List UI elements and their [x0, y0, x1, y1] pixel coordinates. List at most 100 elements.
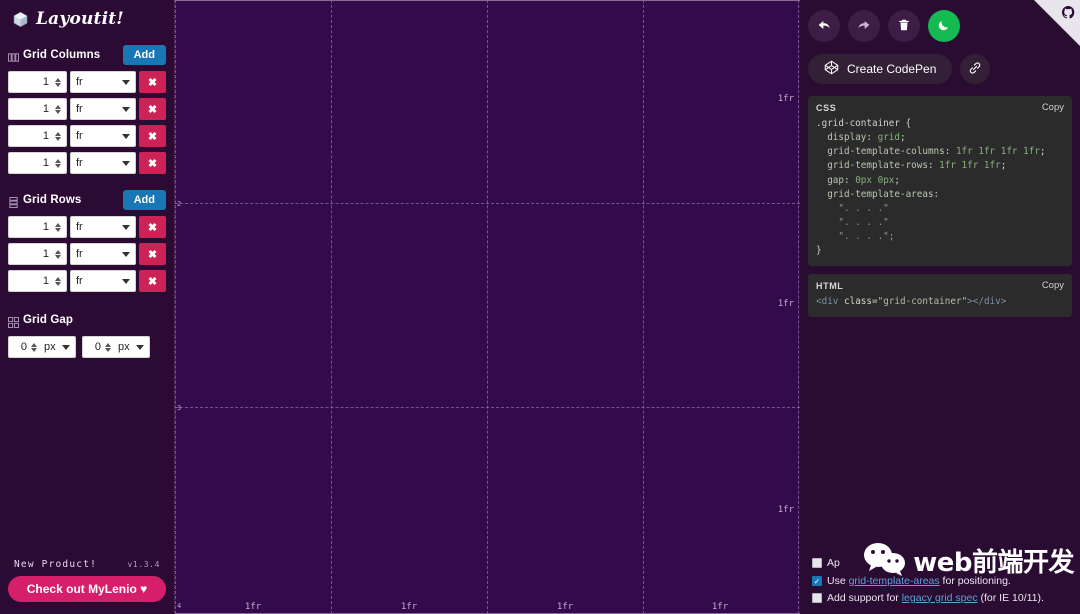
column-gap-input[interactable]: 0 px: [82, 336, 150, 358]
row-size-input[interactable]: 1: [8, 216, 67, 238]
grid-columns-header: Grid Columns Add: [8, 45, 166, 65]
grid-column-line[interactable]: [175, 0, 176, 614]
html-lang-label: HTML: [816, 281, 843, 291]
delete-row-button[interactable]: ✖: [139, 216, 166, 238]
add-column-button[interactable]: Add: [123, 45, 166, 65]
column-unit-select[interactable]: fr: [70, 125, 136, 147]
css-close-brace: }: [816, 245, 822, 256]
option-row[interactable]: Add support for legacy grid spec (for IE…: [812, 591, 1070, 605]
chevron-down-icon: [122, 80, 130, 85]
grid-column-line[interactable]: [331, 0, 332, 614]
column-size-input[interactable]: 1: [8, 152, 67, 174]
grid-column-line[interactable]: [487, 0, 488, 614]
checkbox-unchecked[interactable]: [812, 558, 822, 568]
delete-column-button[interactable]: ✖: [139, 71, 166, 93]
grid-row-line[interactable]: [175, 407, 800, 408]
delete-row-button[interactable]: ✖: [139, 270, 166, 292]
app-title: Layoutit!: [36, 9, 124, 29]
column-size-label: 1fr: [245, 602, 261, 612]
row-unit-select[interactable]: fr: [70, 270, 136, 292]
option-row[interactable]: ✓ Use grid-template-areas for positionin…: [812, 574, 1070, 588]
option-prefix: Use: [827, 575, 849, 587]
column-unit-select[interactable]: fr: [70, 98, 136, 120]
stepper-icon[interactable]: [53, 159, 66, 168]
row-gap-input[interactable]: 0 px: [8, 336, 76, 358]
row-size-label: 1fr: [778, 505, 794, 515]
trash-icon: [897, 18, 911, 35]
redo-button[interactable]: [848, 10, 880, 42]
stepper-icon[interactable]: [53, 223, 66, 232]
grid-canvas[interactable]: 2 3 4 1fr 1fr 1fr 1fr 1fr 1fr 1fr: [175, 0, 800, 614]
stepper-icon[interactable]: [53, 277, 66, 286]
stepper-icon[interactable]: [53, 105, 66, 114]
row-size-input[interactable]: 1: [8, 243, 67, 265]
column-track-row: 1 fr ✖: [8, 152, 166, 174]
theme-toggle-button[interactable]: [928, 10, 960, 42]
css-area-row: ". . . .";: [838, 231, 894, 242]
option-row[interactable]: Ap: [812, 556, 1070, 570]
row-unit-select[interactable]: fr: [70, 243, 136, 265]
github-corner-ribbon[interactable]: [1034, 0, 1080, 46]
stepper-icon[interactable]: [53, 250, 66, 259]
grid-column-line[interactable]: [643, 0, 644, 614]
stepper-icon[interactable]: [53, 132, 66, 141]
html-code-content: <div class="grid-container"></div>: [816, 295, 1064, 309]
column-size-input[interactable]: 1: [8, 98, 67, 120]
column-size-input[interactable]: 1: [8, 125, 67, 147]
copy-link-button[interactable]: [960, 54, 990, 84]
option-suffix: (for IE 10/11).: [978, 592, 1044, 604]
row-size-input[interactable]: 1: [8, 270, 67, 292]
check-out-mylenio-button[interactable]: Check out MyLenio ♥: [8, 576, 166, 602]
delete-row-button[interactable]: ✖: [139, 243, 166, 265]
delete-column-button[interactable]: ✖: [139, 98, 166, 120]
codepen-icon: [824, 60, 839, 78]
stepper-icon[interactable]: [29, 343, 42, 352]
copy-css-button[interactable]: Copy: [1042, 102, 1064, 113]
column-unit-value: fr: [76, 157, 118, 169]
cube-icon: [12, 11, 29, 28]
css-lang-label: CSS: [816, 103, 836, 113]
grid-lines: [175, 0, 800, 614]
css-area-row: ". . . .": [838, 217, 888, 228]
html-code-header: HTML Copy: [816, 280, 1064, 291]
column-track-row: 1 fr ✖: [8, 125, 166, 147]
grid-gap-title: Grid Gap: [23, 314, 166, 326]
column-unit-select[interactable]: fr: [70, 71, 136, 93]
chevron-down-icon: [136, 345, 144, 350]
column-track-row: 1 fr ✖: [8, 98, 166, 120]
delete-column-button[interactable]: ✖: [139, 152, 166, 174]
option-suffix: for positioning.: [940, 575, 1011, 587]
legacy-grid-spec-link[interactable]: legacy grid spec: [902, 592, 978, 604]
grid-row-line[interactable]: [175, 203, 800, 204]
option-prefix: Add support for: [827, 592, 902, 604]
options-list: Ap ✓ Use grid-template-areas for positio…: [812, 556, 1070, 608]
column-size-input[interactable]: 1: [8, 71, 67, 93]
stepper-icon[interactable]: [103, 343, 116, 352]
column-size-value: 1: [9, 130, 53, 142]
checkbox-unchecked[interactable]: [812, 593, 822, 603]
add-row-button[interactable]: Add: [123, 190, 166, 210]
moon-icon: [936, 17, 952, 36]
create-codepen-button[interactable]: Create CodePen: [808, 54, 952, 84]
columns-icon: [8, 50, 19, 61]
clear-button[interactable]: [888, 10, 920, 42]
css-value: 0px 0px: [855, 175, 894, 186]
row-unit-value: fr: [76, 275, 118, 287]
column-size-label: 1fr: [712, 602, 728, 612]
grid-template-areas-link[interactable]: grid-template-areas: [849, 575, 940, 587]
delete-column-button[interactable]: ✖: [139, 125, 166, 147]
checkbox-checked[interactable]: ✓: [812, 576, 822, 586]
column-unit-select[interactable]: fr: [70, 152, 136, 174]
promo-block: New Product! v1.3.4 Check out MyLenio ♥: [8, 559, 166, 602]
copy-html-button[interactable]: Copy: [1042, 280, 1064, 291]
grid-columns-title: Grid Columns: [23, 49, 123, 61]
undo-button[interactable]: [808, 10, 840, 42]
column-unit-value: fr: [76, 103, 118, 115]
stepper-icon[interactable]: [53, 78, 66, 87]
chevron-down-icon: [122, 134, 130, 139]
row-unit-select[interactable]: fr: [70, 216, 136, 238]
column-size-value: 1: [9, 157, 53, 169]
grid-column-line[interactable]: [798, 0, 799, 614]
row-unit-value: fr: [76, 248, 118, 260]
chevron-down-icon: [122, 161, 130, 166]
